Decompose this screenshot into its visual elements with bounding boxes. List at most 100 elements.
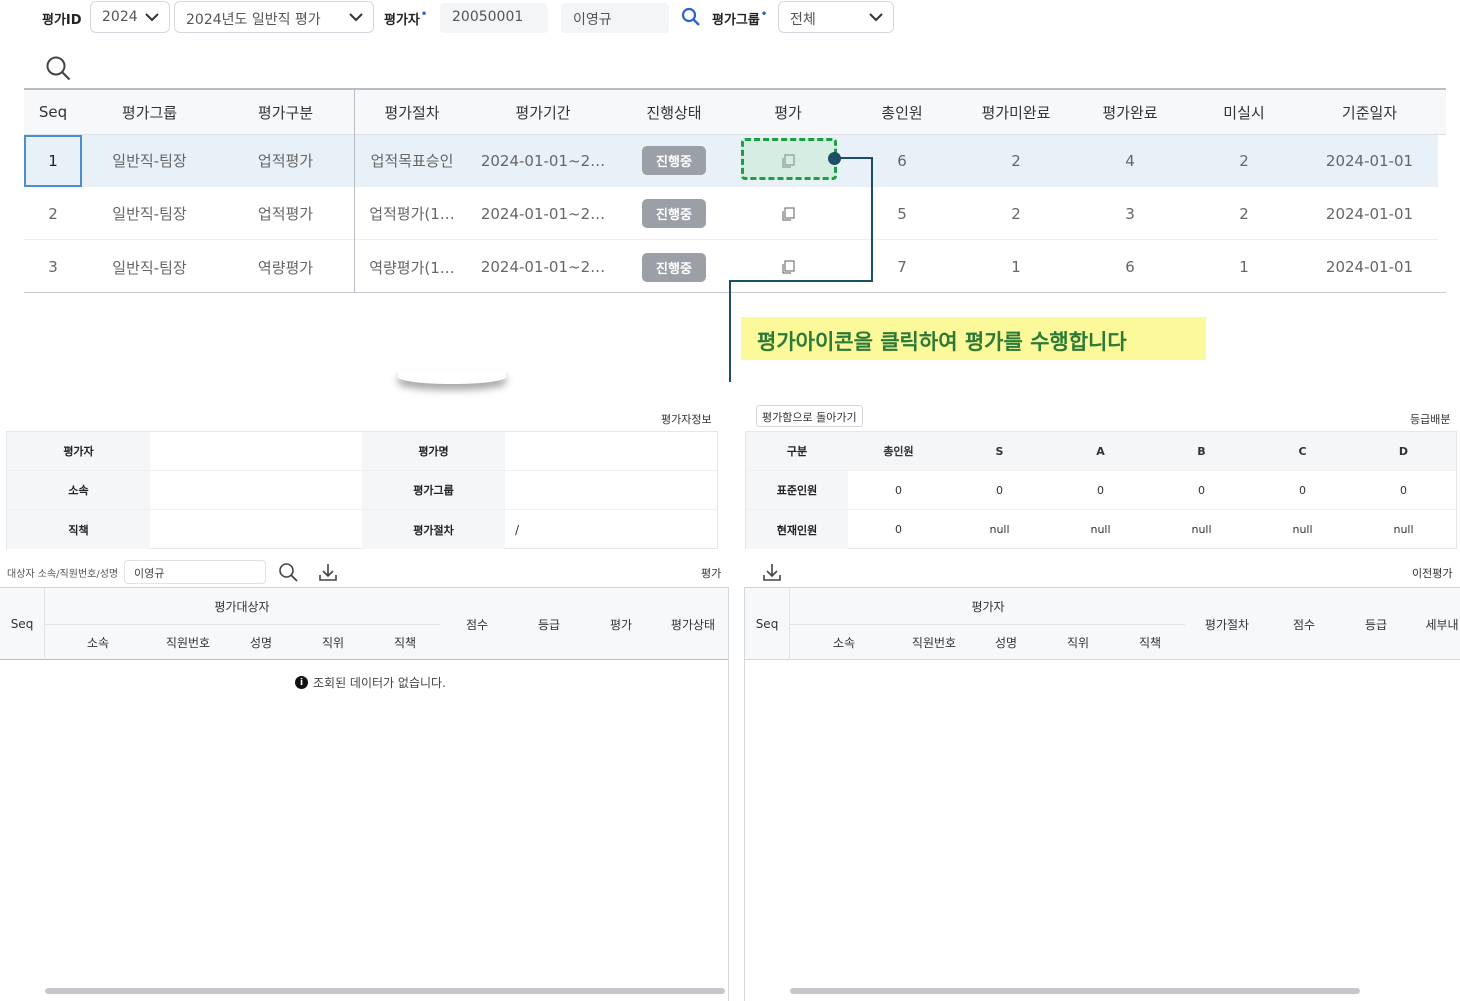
- cell-incomplete: 2: [1011, 151, 1021, 170]
- cell-status: 진행중: [617, 188, 731, 239]
- col-seq[interactable]: Seq: [11, 617, 34, 631]
- grid-header: Seq 평가그룹 평가구분 평가절차 평가기간 진행상태 평가 총인원 평가미완…: [24, 90, 1446, 135]
- cell-incomplete: 2: [1011, 204, 1021, 223]
- col-position[interactable]: 직위: [1067, 634, 1089, 651]
- year-value: 2024: [102, 9, 138, 25]
- grade-title: 등급배분: [1410, 413, 1451, 426]
- cell-status: 진행중: [617, 135, 731, 186]
- col-dept[interactable]: 소속: [833, 634, 855, 651]
- grade-cell: 0: [895, 483, 902, 497]
- col-title[interactable]: 직책: [394, 634, 416, 651]
- info-label: 평가절차: [362, 510, 505, 549]
- evaluator-label: 평가자: [384, 9, 427, 28]
- grade-cell: 0: [1400, 483, 1407, 497]
- col-not-done[interactable]: 미실시: [1187, 90, 1301, 134]
- col-score[interactable]: 점수: [1293, 616, 1315, 633]
- info-icon: i: [295, 676, 308, 689]
- grade-row-label: 표준인원: [746, 471, 848, 509]
- header-divider: [45, 624, 440, 625]
- copy-icon[interactable]: [780, 259, 796, 275]
- info-value: /: [515, 522, 520, 537]
- grade-header: B: [1197, 444, 1206, 458]
- status-badge: 진행중: [642, 199, 706, 228]
- col-group[interactable]: 평가그룹: [82, 90, 217, 134]
- col-seq[interactable]: Seq: [24, 90, 82, 134]
- col-emp-no[interactable]: 직원번호: [912, 634, 956, 651]
- target-search-input[interactable]: 이영규: [124, 560, 266, 584]
- info-label: 평가그룹: [362, 471, 505, 509]
- col-complete[interactable]: 평가완료: [1073, 90, 1187, 134]
- callout-note: 평가아이콘을 클릭하여 평가를 수행합니다: [741, 317, 1206, 360]
- connector-line: [729, 280, 731, 382]
- cell-total: 6: [897, 151, 907, 170]
- cell-group: 일반직-팀장: [112, 258, 187, 277]
- table-row[interactable]: 2 일반직-팀장 업적평가 업적평가(1… 2024-01-01~2… 진행중 …: [24, 188, 1438, 240]
- grade-header: S: [995, 444, 1004, 458]
- group-label: 평가그룹: [712, 9, 767, 28]
- col-score[interactable]: 점수: [466, 616, 488, 633]
- col-status[interactable]: 진행상태: [617, 90, 731, 134]
- horizontal-scrollbar[interactable]: [790, 988, 1360, 994]
- evaluator-info-title: 평가자정보: [661, 413, 712, 426]
- col-type[interactable]: 평가구분: [217, 90, 354, 134]
- col-step[interactable]: 평가절차: [355, 90, 469, 134]
- cell-complete: 6: [1125, 258, 1135, 276]
- evaluator-name-value: 이영규: [573, 12, 612, 28]
- filter-bar: 평가ID 2024 2024년도 일반직 평가 평가자 20050001 이영규…: [0, 0, 1460, 34]
- evaluator-id-input[interactable]: 20050001: [440, 3, 548, 33]
- col-incomplete[interactable]: 평가미완료: [959, 90, 1073, 134]
- cell-type: 업적평가: [257, 205, 314, 223]
- year-select[interactable]: 2024: [90, 1, 170, 33]
- table-row[interactable]: 1 일반직-팀장 업적평가 업적목표승인 2024-01-01~2… 진행중 6…: [24, 135, 1438, 187]
- group-value: 전체: [790, 12, 816, 28]
- header-divider: [790, 624, 1185, 625]
- search-icon[interactable]: [278, 562, 298, 582]
- info-label: 평가자: [7, 432, 150, 470]
- col-name[interactable]: 성명: [250, 634, 272, 651]
- col-detail[interactable]: 세부내: [1425, 616, 1458, 633]
- back-to-inbox-button[interactable]: 평가함으로 돌아가기: [756, 405, 863, 427]
- col-position[interactable]: 직위: [322, 634, 344, 651]
- col-eval[interactable]: 평가: [610, 616, 632, 633]
- table-row[interactable]: 3 일반직-팀장 역량평가 역량평가(1… 2024-01-01~2… 진행중 …: [24, 241, 1438, 293]
- col-eval[interactable]: 평가: [731, 90, 845, 134]
- grade-row: 현재인원 0 null null null null null: [746, 510, 1456, 549]
- evaluator-name-input[interactable]: 이영규: [561, 3, 669, 33]
- cell-step: 업적목표승인: [370, 152, 454, 170]
- col-emp-no[interactable]: 직원번호: [166, 634, 210, 651]
- cell-group: 일반직-팀장: [112, 152, 187, 170]
- grade-distribution-table: 구분 총인원 S A B C D 표준인원 0 0 0 0 0 0 현재인원 0…: [745, 431, 1457, 549]
- col-name[interactable]: 성명: [995, 634, 1017, 651]
- horizontal-scrollbar[interactable]: [45, 988, 725, 994]
- col-eval-step[interactable]: 평가절차: [1205, 616, 1249, 633]
- copy-icon[interactable]: [780, 206, 796, 222]
- cell-not-done: 2: [1239, 151, 1249, 170]
- col-total[interactable]: 총인원: [845, 90, 959, 134]
- col-title[interactable]: 직책: [1139, 634, 1161, 651]
- empty-state-text: 조회된 데이터가 없습니다.: [313, 676, 446, 690]
- cell-complete: 4: [1125, 151, 1135, 170]
- download-icon[interactable]: [762, 562, 782, 582]
- col-grade[interactable]: 등급: [538, 616, 560, 633]
- col-base-date[interactable]: 기준일자: [1301, 90, 1438, 134]
- chevron-down-icon: [349, 13, 363, 22]
- grid-header: Seq 평가자 소속 직원번호 성명 직위 직책 평가절차 점수 등급 세부내: [744, 588, 1460, 660]
- col-period[interactable]: 평가기간: [469, 90, 617, 134]
- col-dept[interactable]: 소속: [87, 634, 109, 651]
- cell-not-done: 2: [1239, 204, 1249, 223]
- cell-base-date: 2024-01-01: [1325, 204, 1414, 223]
- search-icon[interactable]: [681, 7, 701, 27]
- download-icon[interactable]: [318, 562, 338, 582]
- col-eval-status[interactable]: 평가상태: [671, 616, 715, 633]
- col-seq[interactable]: Seq: [756, 617, 779, 631]
- col-grade[interactable]: 등급: [1365, 616, 1387, 633]
- cell-not-done: 1: [1239, 258, 1249, 276]
- prev-eval-title: 이전평가: [1412, 567, 1453, 580]
- grade-cell: 0: [1299, 483, 1306, 497]
- search-icon[interactable]: [45, 55, 71, 81]
- eval-name-select[interactable]: 2024년도 일반직 평가: [174, 1, 374, 33]
- group-select[interactable]: 전체: [778, 1, 894, 33]
- info-label: 직책: [7, 510, 150, 549]
- grade-cell: null: [1292, 523, 1313, 536]
- grade-cell: null: [1191, 523, 1212, 536]
